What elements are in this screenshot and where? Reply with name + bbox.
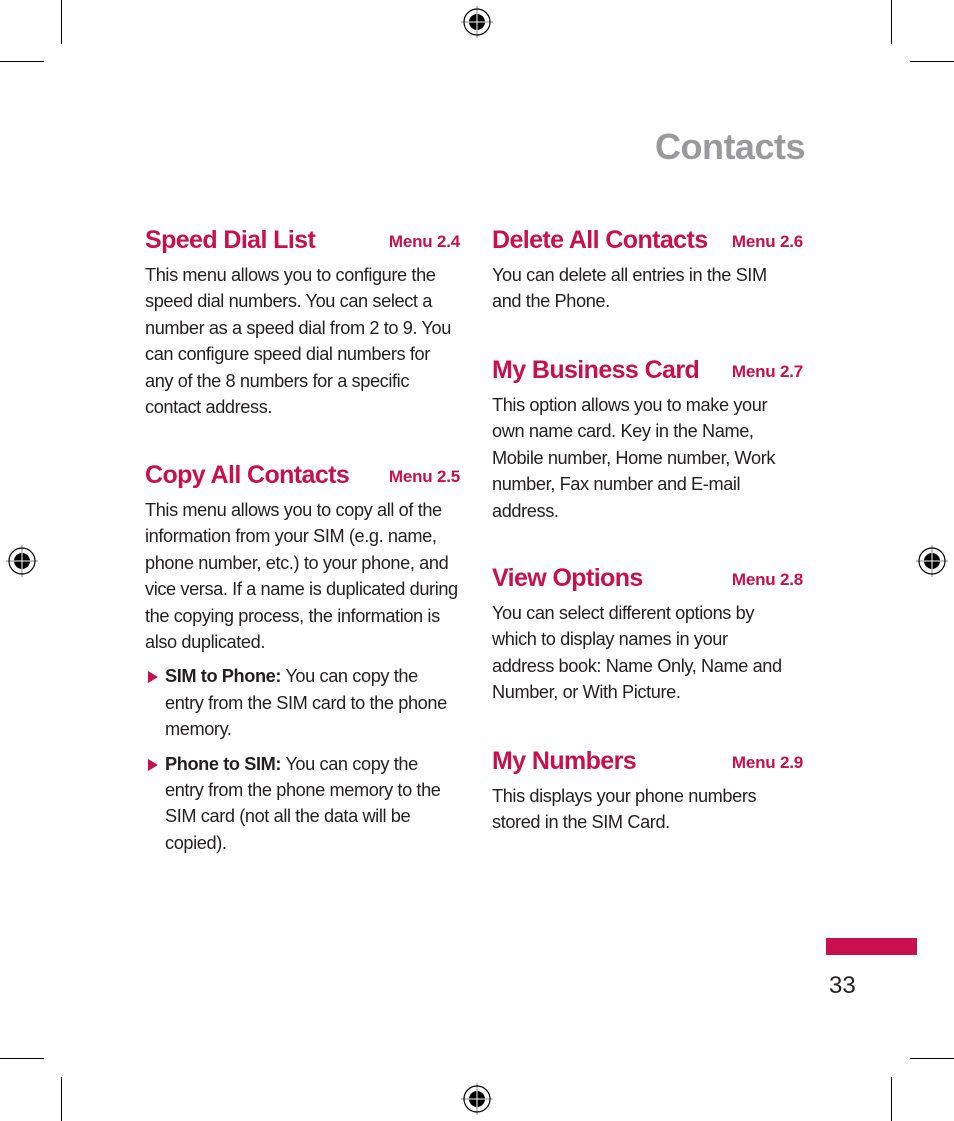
section-body: This menu allows you to configure the sp… <box>145 265 451 418</box>
heading-text: View Options <box>492 564 643 592</box>
crop-mark <box>891 1077 892 1121</box>
section-body: This displays your phone numbers stored … <box>492 786 757 833</box>
crop-mark <box>891 0 892 44</box>
page-title: Contacts <box>654 126 806 167</box>
crop-mark <box>0 1058 44 1059</box>
registration-mark-icon <box>916 545 948 577</box>
section-heading: Speed Dial List Menu 2.4 <box>145 224 460 256</box>
menu-number: Menu 2.5 <box>388 467 460 486</box>
triangle-bullet-icon <box>148 671 158 684</box>
registration-mark-icon <box>6 545 38 577</box>
crop-mark <box>61 0 62 44</box>
bullet-label: SIM to Phone: <box>165 666 282 687</box>
section-my-business-card: My Business Card Menu 2.7 This option al… <box>492 354 803 524</box>
section-heading: My Numbers Menu 2.9 <box>492 745 803 777</box>
section-heading: Delete All Contacts Menu 2.6 <box>492 224 803 256</box>
menu-number: Menu 2.8 <box>731 570 803 589</box>
menu-number: Menu 2.4 <box>388 232 460 251</box>
section-body: This menu allows you to copy all of the … <box>145 500 458 653</box>
heading-text: Speed Dial List <box>145 226 316 254</box>
section-copy-all-contacts: Copy All Contacts Menu 2.5 This menu all… <box>145 459 460 856</box>
page-number-bar <box>826 938 917 955</box>
heading-text: Copy All Contacts <box>145 461 350 489</box>
section-heading: My Business Card Menu 2.7 <box>492 354 803 386</box>
section-my-numbers: My Numbers Menu 2.9 This displays your p… <box>492 745 803 836</box>
crop-mark <box>910 61 954 62</box>
crop-mark <box>910 1058 954 1059</box>
registration-mark-icon <box>461 1083 493 1115</box>
crop-mark <box>61 1077 62 1121</box>
section-body: You can delete all entries in the SIM an… <box>492 265 767 312</box>
menu-number: Menu 2.9 <box>731 753 803 772</box>
section-body: This option allows you to make your own … <box>492 395 776 521</box>
section-body: You can select different options by whic… <box>492 603 782 703</box>
bullet-label: Phone to SIM: <box>165 753 282 774</box>
section-view-options: View Options Menu 2.8 You can select dif… <box>492 562 803 706</box>
triangle-bullet-icon <box>148 758 158 771</box>
section-delete-all-contacts: Delete All Contacts Menu 2.6 You can del… <box>492 224 803 315</box>
registration-mark-icon <box>461 6 493 38</box>
heading-text: My Numbers <box>492 747 637 775</box>
bullet-item: SIM to Phone: You can copy the entry fro… <box>145 663 460 742</box>
heading-text: Delete All Contacts <box>492 226 708 254</box>
crop-mark <box>0 61 44 62</box>
section-heading: View Options Menu 2.8 <box>492 562 803 594</box>
heading-text: My Business Card <box>492 356 700 384</box>
page-number: 33 <box>829 972 856 999</box>
bullet-item: Phone to SIM: You can copy the entry fro… <box>145 751 460 857</box>
menu-number: Menu 2.7 <box>731 362 803 381</box>
section-heading: Copy All Contacts Menu 2.5 <box>145 459 460 491</box>
section-speed-dial-list: Speed Dial List Menu 2.4 This menu allow… <box>145 224 460 420</box>
menu-number: Menu 2.6 <box>731 232 803 251</box>
